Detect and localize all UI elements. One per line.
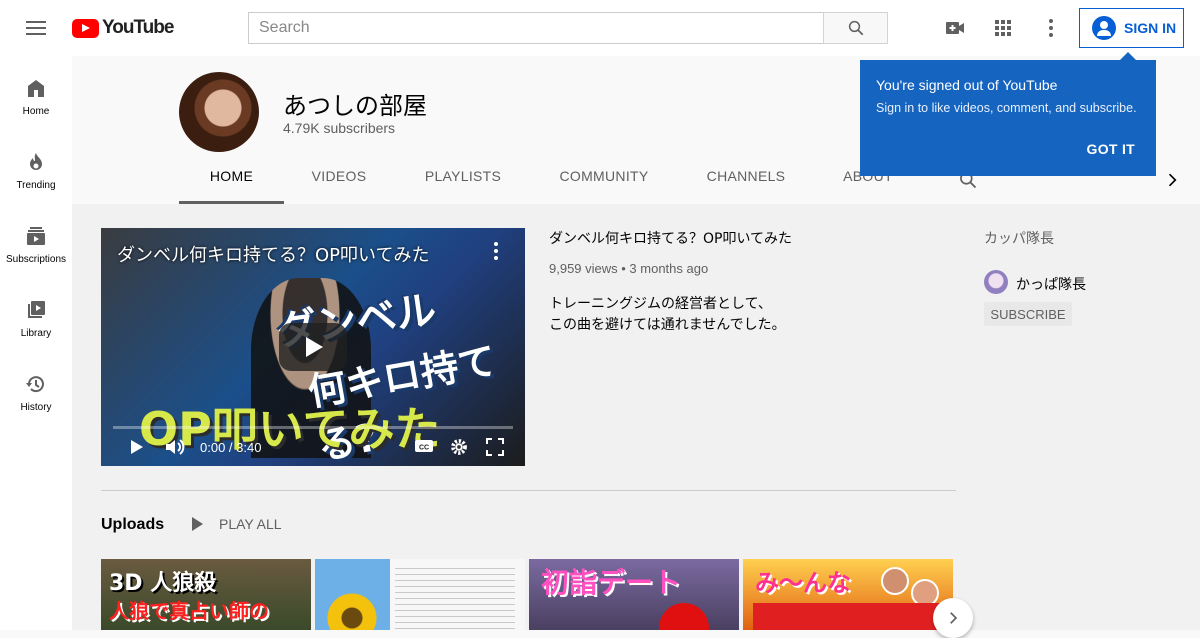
tab-label: CHANNELS [706,168,786,184]
youtube-logo[interactable]: YouTube [72,17,174,39]
tab-videos[interactable]: VIDEOS [294,168,384,204]
tab-community[interactable]: COMMUNITY [550,168,658,204]
search-input[interactable]: Search [248,12,824,44]
tab-channels[interactable]: CHANNELS [698,168,794,204]
video-player[interactable]: ダンベル 何キロ持てる? OP叩いてみた ダンベル何キロ持てる？OP叩いてみた … [101,228,525,466]
upload-thumbnail[interactable]: 3D 人狼殺 人狼で真占い師の [101,559,311,630]
home-icon [28,80,44,97]
sidebar-item-label: Trending [16,180,56,191]
popup-body: Sign in to like videos, comment, and sub… [876,101,1137,115]
sign-in-label: SIGN IN [1124,20,1177,36]
section-divider [101,490,956,491]
tab-label: VIDEOS [311,168,367,184]
sidebar-item-label: Home [22,106,50,117]
chevron-right-icon[interactable] [1162,170,1182,195]
sidebar-item-label: Subscriptions [5,254,67,265]
search-button[interactable] [823,12,888,44]
thumbnail-text: 初詣デート [541,566,682,599]
sidebar-item-home[interactable]: Home [0,56,72,130]
masthead: YouTube Search SIGN IN [0,0,1200,56]
thumbnail-text: 人狼で真占い師の [109,599,269,623]
youtube-play-icon [72,18,99,38]
chevron-right-icon [950,612,958,624]
volume-icon[interactable] [165,438,187,459]
thumbnail-text: 3D 人狼殺 [109,571,217,596]
logo-text: YouTube [102,17,174,38]
history-icon [26,376,44,393]
large-play-button[interactable] [279,323,347,371]
search-icon [848,20,863,36]
play-all-button[interactable]: PLAY ALL [189,516,282,532]
shelf-next-button[interactable] [933,598,973,638]
tab-playlists[interactable]: PLAYLISTS [412,168,514,204]
thumbnail-text: み〜んな [755,569,851,597]
featured-channels-title: カッパ隊長 [984,231,1054,247]
captions-icon[interactable]: CC [414,438,434,457]
uploads-shelf-title[interactable]: Uploads [101,516,164,534]
settings-gear-icon[interactable] [450,438,468,459]
popup-title: You're signed out of YouTube [876,77,1058,93]
progress-bar[interactable] [113,426,513,429]
sidebar-item-history[interactable]: History [0,352,72,426]
featured-video-meta: 9,959 views • 3 months ago [549,261,709,276]
subscriptions-icon [27,227,45,245]
apps-grid-icon[interactable] [991,16,1015,40]
subscriber-count: 4.79K subscribers [283,120,396,136]
sunflower-image [327,593,377,630]
mini-guide: Home Trending Subscriptions Library Hist… [0,56,72,630]
featured-video-title[interactable]: ダンベル何キロ持てる？OP叩いてみた [549,228,792,248]
menu-icon[interactable] [24,16,48,40]
featured-channel-avatar[interactable] [984,270,1008,294]
channel-name: あつしの部屋 [283,92,427,120]
sidebar-item-label: Library [20,328,52,339]
channel-avatar [179,72,259,152]
tab-label: PLAYLISTS [424,168,502,184]
featured-video-description: トレーニングジムの経営者として、 この曲を避けては通れませんでした。 [549,296,786,333]
play-all-label: PLAY ALL [219,516,282,532]
tab-label: COMMUNITY [559,168,649,184]
sidebar-item-trending[interactable]: Trending [0,130,72,204]
player-title[interactable]: ダンベル何キロ持てる？OP叩いてみた [117,241,429,267]
flame-icon [30,153,42,170]
got-it-button[interactable]: GOT IT [1087,141,1135,157]
tab-home[interactable]: HOME [179,168,284,204]
time-display: 0:00 / 3:40 [200,440,262,455]
video-camera-icon[interactable] [943,16,967,40]
channel-home-content: ダンベル 何キロ持てる? OP叩いてみた ダンベル何キロ持てる？OP叩いてみた … [72,204,1200,638]
subscribe-button[interactable]: SUBSCRIBE [984,302,1072,326]
upload-thumbnail[interactable]: み〜んな [743,559,953,630]
sign-in-button[interactable]: SIGN IN [1079,8,1184,48]
player-more-icon[interactable] [494,242,498,260]
featured-channel-name[interactable]: かっぱ隊長 [1016,274,1086,294]
sidebar-item-library[interactable]: Library [0,278,72,352]
more-vert-icon[interactable] [1039,16,1063,40]
upload-thumbnail[interactable] [315,559,525,630]
play-icon[interactable] [129,438,145,459]
tab-label: HOME [209,168,254,184]
upload-thumbnail[interactable]: 初詣デート [529,559,739,630]
sidebar-item-subscriptions[interactable]: Subscriptions [0,204,72,278]
search-placeholder: Search [259,19,310,36]
chat-list-image [395,563,515,629]
play-icon [192,517,203,531]
face-icon [881,567,909,595]
sidebar-item-label: History [20,402,52,413]
library-icon [28,301,45,318]
svg-text:CC: CC [419,445,429,452]
red-badge [659,603,709,630]
fullscreen-icon[interactable] [486,438,504,459]
signed-out-popup: You're signed out of YouTube Sign in to … [860,52,1156,176]
account-circle-icon [1092,16,1116,40]
red-banner [753,603,943,630]
